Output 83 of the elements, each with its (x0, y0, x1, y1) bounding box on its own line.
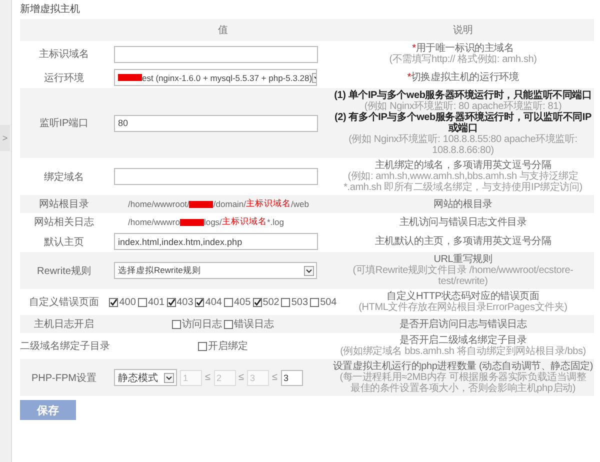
path-text: /domain/ (213, 199, 246, 209)
description-text: 网站的根目录 (432, 198, 494, 210)
checkbox-label: 503 (291, 296, 308, 308)
description-text: 是否开启二级域名绑定子目录 (398, 335, 527, 346)
description-text: (1) 单个IP与多个web服务器环境运行时，只能监听不同端口 (333, 90, 593, 101)
description-text: 主机访问与错误日志文件目录 (398, 216, 528, 228)
checkbox-label: 访问日志 (182, 318, 222, 331)
field-label: 自定义错误页面 (29, 297, 99, 308)
field-label: 网站相关日志 (34, 217, 94, 228)
redaction-bar (180, 218, 204, 226)
description-text: URL重写规则 (434, 254, 494, 265)
checkbox-label: 504 (320, 296, 337, 308)
text-field[interactable]: index.html,index.htm,index.php (114, 233, 318, 250)
field-label: 运行环境 (44, 72, 84, 84)
checkbox-label: 502 (262, 296, 280, 308)
description-text: (例如 Nginx环境监听: 80 apache环境监听: 81) (364, 101, 562, 112)
checkbox[interactable] (224, 320, 233, 328)
checkbox[interactable] (172, 320, 181, 328)
description-text: (例如 Nginx环境监听: 108.8.8.55:80 apache环境监听: 108.8.8.66:80) (348, 134, 578, 156)
description-text: *.amh.sh 即所有二级域名绑定，与支持使用IP绑定访问) (342, 182, 584, 193)
description-text: (HTML文件存放在网站根目录ErrorPages文件夹) (358, 302, 568, 313)
path-text: /web (291, 199, 309, 209)
description-text: (例如: amh.sh,www.amh.sh,bbs.amh.sh 与支持泛绑定 (346, 171, 580, 182)
less-equal-sign: ≤ (272, 372, 278, 383)
number-field[interactable]: 3 (280, 370, 302, 386)
less-equal-sign: ≤ (205, 372, 210, 383)
redaction-bar (189, 200, 214, 208)
path-text: *.log (266, 217, 284, 227)
description-text: (不需填写http:// 格式例如: amh.sh) (388, 54, 538, 65)
description-text: 主机绑定的域名，多项请用英文逗号分隔 (374, 160, 552, 171)
checkbox[interactable] (281, 298, 290, 306)
checkbox-label: 400 (119, 296, 136, 308)
checkbox[interactable] (310, 298, 320, 306)
checkbox-label: 403 (176, 296, 194, 308)
select-field[interactable]: est (nginx-1.6.0 + mysql-5.5.37 + php-5.3.28) (114, 69, 317, 86)
text-field[interactable] (114, 168, 318, 185)
field-label: 二级域名绑定子目录 (20, 341, 110, 352)
field-label: 主机日志开启 (34, 319, 94, 330)
checkbox[interactable] (224, 298, 233, 306)
description-text: (每一进程耗用≈2MB内存 可根据服务器实际负载适当调整 (338, 372, 588, 383)
column-header: 说明 (453, 24, 473, 36)
field-label: Rewrite规则 (37, 266, 91, 276)
description-text: 主机默认的主页，多项请用英文逗号分隔 (374, 236, 552, 247)
description-text: *切换虚拟主机的运行环境 (406, 72, 520, 83)
checkbox-label: 405 (234, 296, 251, 308)
dropdown-caret-icon (304, 266, 314, 276)
field-label: PHP-FPM设置 (32, 372, 96, 384)
description-text: 自定义HTTP状态码对应的错误页面 (386, 291, 540, 302)
text-field[interactable] (114, 46, 318, 62)
path-variable: 主标识域名 (246, 198, 292, 210)
checkbox-label: 404 (205, 296, 222, 308)
checkbox-label: 401 (148, 296, 165, 308)
field-label: 主标识域名 (39, 49, 89, 60)
checkbox-label: 错误日志 (234, 318, 274, 331)
column-header: 值 (218, 24, 228, 37)
checkbox[interactable] (252, 298, 262, 306)
path-variable: 主标识域名 (222, 216, 267, 226)
checkbox-label: 开启绑定 (208, 340, 248, 353)
path-text: /home/wwwro (128, 217, 180, 227)
checkbox[interactable] (195, 298, 204, 306)
path-text: logs/ (204, 217, 222, 227)
description-text: 设置虚拟主机运行的php进程数量 (动态自动调节、静态固定) (332, 361, 594, 372)
mode-select[interactable]: 静态模式 (114, 369, 177, 386)
select-field[interactable]: 选择虚拟Rewrite规则 (114, 262, 317, 279)
text-field[interactable]: 80 (114, 114, 318, 132)
description-text: (2) 有多个IP与多个web服务器环境运行时，可以监听不同IP或端口 (334, 112, 592, 134)
checkbox[interactable] (198, 342, 207, 350)
field-label: 默认主页 (44, 236, 84, 248)
less-equal-sign: ≤ (238, 372, 244, 383)
checkbox[interactable] (109, 298, 118, 306)
field-label: 监听IP端口 (39, 118, 89, 129)
description-text: (可填Rewrite规则文件目录 /home/wwwroot/ecstore-test/rewrite) (352, 265, 574, 287)
redaction-bar (118, 74, 142, 81)
checkbox[interactable] (166, 298, 176, 306)
description-text: (例如绑定域名 bbs.amh.sh 将自动绑定到网站根目录/bbs) (339, 346, 587, 357)
field-label: 网站根目录 (39, 199, 89, 210)
dropdown-caret-icon (164, 372, 174, 382)
field-label: 绑定域名 (44, 172, 84, 182)
checkbox[interactable] (138, 298, 147, 306)
description-text: 是否开启访问日志与错误日志 (398, 318, 528, 330)
page-title: 新增虚拟主机 (20, 2, 81, 16)
description-text: 最佳的条件设置各项大小，否则会影响主机php启动) (349, 383, 576, 394)
description-text: *用于唯一标识的主域名 (412, 43, 515, 54)
